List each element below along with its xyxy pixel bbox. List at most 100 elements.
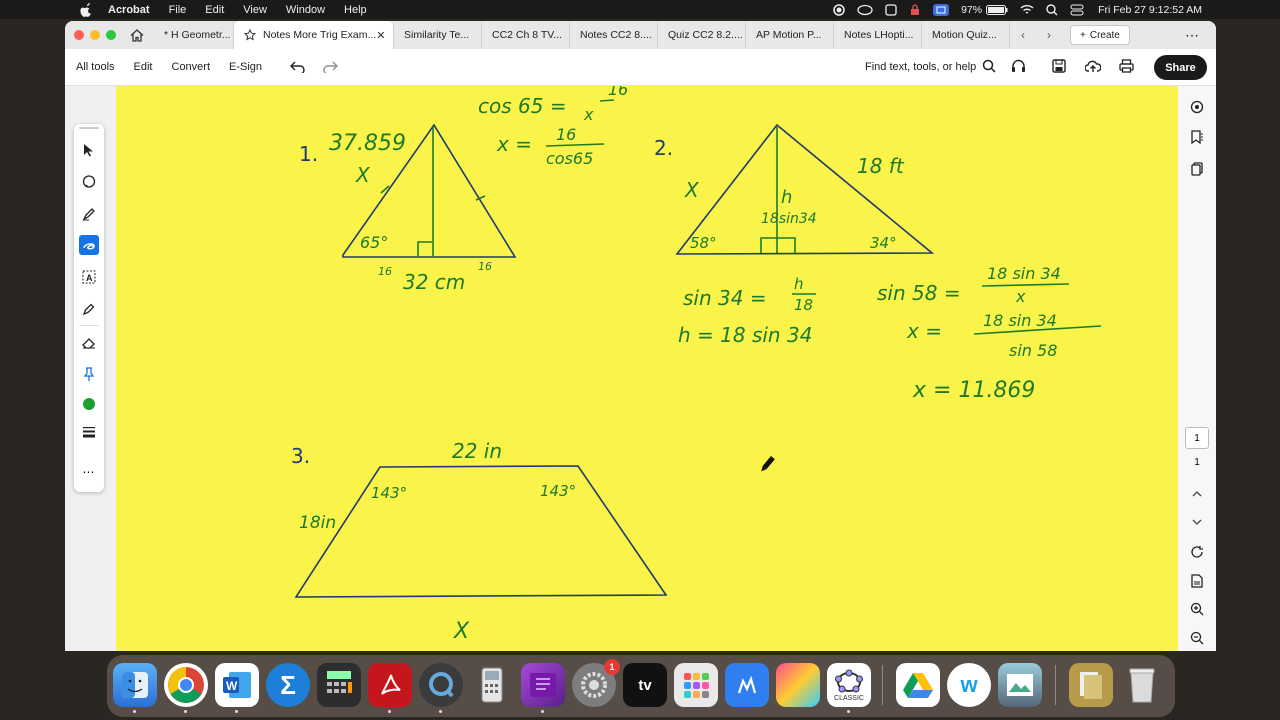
text-box-icon[interactable]: A [79, 267, 99, 287]
onenote-icon[interactable] [521, 663, 565, 707]
find-box[interactable]: Find text, tools, or help [865, 59, 1002, 76]
menu-edit[interactable]: Edit [205, 4, 224, 16]
tab-quiz-cc2[interactable]: Quiz CC2 8.2.... [658, 21, 746, 49]
handwritten-notes: 1. 37.859 X 65° 32 cm 16 16 cos 65 = 16 … [291, 86, 1102, 644]
pin-icon[interactable] [79, 364, 99, 384]
comment-icon[interactable] [79, 172, 99, 192]
copy-pages-icon[interactable] [1189, 161, 1205, 177]
screen-mirror-icon[interactable] [933, 3, 950, 16]
eraser-icon[interactable] [79, 333, 99, 353]
toolbar: All tools Edit Convert E-Sign Find text,… [65, 49, 1216, 86]
current-page-field[interactable]: 1 [1185, 427, 1209, 449]
menu-app-acrobat[interactable]: Acrobat [108, 4, 150, 16]
documents-stack-icon[interactable] [1069, 663, 1113, 707]
webex-icon[interactable]: w [947, 663, 991, 707]
all-tools-button[interactable]: All tools [76, 61, 115, 73]
menu-file[interactable]: File [169, 4, 187, 16]
close-window-button[interactable] [74, 30, 84, 40]
undo-icon[interactable] [290, 61, 306, 73]
highlight-pen-icon[interactable] [79, 204, 99, 224]
more-tools-icon[interactable]: ⋯ [79, 462, 99, 482]
minimize-window-button[interactable] [90, 30, 100, 40]
tab-cc2-ch8[interactable]: CC2 Ch 8 TV... [482, 21, 570, 49]
record-icon[interactable] [833, 3, 845, 16]
tab-similarity[interactable]: Similarity Te... [394, 21, 482, 49]
search-icon[interactable] [1046, 3, 1058, 16]
pages-tool-icon[interactable] [725, 663, 769, 707]
tab-motion-quiz[interactable]: Motion Quiz... [922, 21, 1010, 49]
page-down-icon[interactable] [1189, 514, 1205, 530]
more-icon[interactable]: ⋯ [1185, 27, 1200, 44]
tab-notes-more-trig[interactable]: Notes More Trig Exam... ✕ [234, 21, 394, 49]
page-up-icon[interactable] [1189, 486, 1205, 502]
cos-fraction-bar [599, 99, 615, 102]
sign-pen-icon[interactable] [79, 299, 99, 319]
chevron-right-icon[interactable]: › [1036, 28, 1062, 42]
cos-equation-lhs: cos 65 = [478, 94, 567, 118]
graphing-calculator-icon[interactable] [470, 663, 514, 707]
battery-icon[interactable] [986, 4, 1008, 15]
document-page[interactable]: 1. 37.859 X 65° 32 cm 16 16 cos 65 = 16 … [116, 86, 1178, 651]
calculator-icon[interactable] [317, 663, 361, 707]
word-icon[interactable]: W [215, 663, 259, 707]
page-thumbnail-icon[interactable] [1189, 573, 1205, 589]
edit-button[interactable]: Edit [134, 61, 153, 73]
redo-icon[interactable] [322, 61, 339, 73]
zoom-out-icon[interactable] [1189, 630, 1205, 646]
zoom-window-button[interactable] [106, 30, 116, 40]
apple-tv-icon[interactable]: tv [623, 663, 667, 707]
tab-notes-lhopital[interactable]: Notes LHopti... [834, 21, 922, 49]
freehand-draw-icon[interactable] [79, 235, 99, 255]
menu-window[interactable]: Window [286, 4, 325, 16]
tab-label: Notes LHopti... [844, 29, 914, 41]
print-icon[interactable] [1119, 59, 1134, 73]
ai-assistant-icon[interactable] [1189, 99, 1205, 115]
home-icon[interactable] [124, 28, 150, 42]
menu-help[interactable]: Help [344, 4, 367, 16]
sketchbook-icon[interactable] [776, 663, 820, 707]
select-cursor-icon[interactable] [79, 140, 99, 160]
line-weight-icon[interactable] [79, 422, 99, 442]
menu-clock[interactable]: Fri Feb 27 9:12:52 AM [1098, 4, 1202, 16]
close-tab-icon[interactable]: ✕ [376, 29, 385, 42]
creative-cloud-icon[interactable] [857, 4, 873, 16]
wifi-icon[interactable] [1020, 4, 1034, 15]
sigma-app-icon[interactable]: Σ [266, 663, 310, 707]
acrobat-status-icon[interactable] [885, 3, 897, 16]
drag-handle[interactable] [79, 127, 99, 129]
menu-bar: Acrobat File Edit View Window Help 97% F… [0, 0, 1280, 19]
trash-icon[interactable] [1120, 663, 1164, 707]
preview-icon[interactable] [998, 663, 1042, 707]
convert-button[interactable]: Convert [172, 61, 211, 73]
problem-2-h: h [781, 187, 792, 208]
tab-notes-cc2[interactable]: Notes CC2 8.... [570, 21, 658, 49]
launchpad-icon[interactable] [674, 663, 718, 707]
system-settings-icon[interactable]: 1 [572, 659, 620, 707]
save-icon[interactable] [1052, 59, 1066, 73]
problem-3-x: X [453, 619, 470, 644]
geogebra-classic-icon[interactable]: CLASSIC [827, 663, 871, 707]
color-picker-icon[interactable] [79, 394, 99, 414]
create-label: Create [1089, 29, 1120, 41]
bookmark-panel-icon[interactable] [1189, 129, 1205, 145]
apple-icon[interactable] [80, 2, 94, 17]
esign-button[interactable]: E-Sign [229, 61, 262, 73]
google-drive-icon[interactable] [896, 663, 940, 707]
tab-ap-motion[interactable]: AP Motion P... [746, 21, 834, 49]
finder-icon[interactable] [113, 663, 157, 707]
zoom-in-icon[interactable] [1189, 601, 1205, 617]
quicktime-icon[interactable] [419, 663, 463, 707]
control-center-icon[interactable] [1070, 4, 1084, 16]
menu-view[interactable]: View [243, 4, 267, 16]
create-button[interactable]: + Create [1070, 25, 1130, 45]
chevron-left-icon[interactable]: ‹ [1010, 28, 1036, 42]
rotate-icon[interactable] [1189, 544, 1205, 560]
headphones-icon[interactable] [1011, 59, 1026, 73]
star-icon[interactable] [244, 29, 256, 41]
chrome-icon[interactable] [164, 663, 208, 707]
upload-cloud-icon[interactable] [1085, 59, 1101, 73]
lock-icon[interactable] [909, 3, 921, 16]
tab-h-geometry[interactable]: * H Geometr... [154, 21, 234, 49]
share-button[interactable]: Share [1154, 55, 1207, 80]
acrobat-icon[interactable] [368, 663, 412, 707]
